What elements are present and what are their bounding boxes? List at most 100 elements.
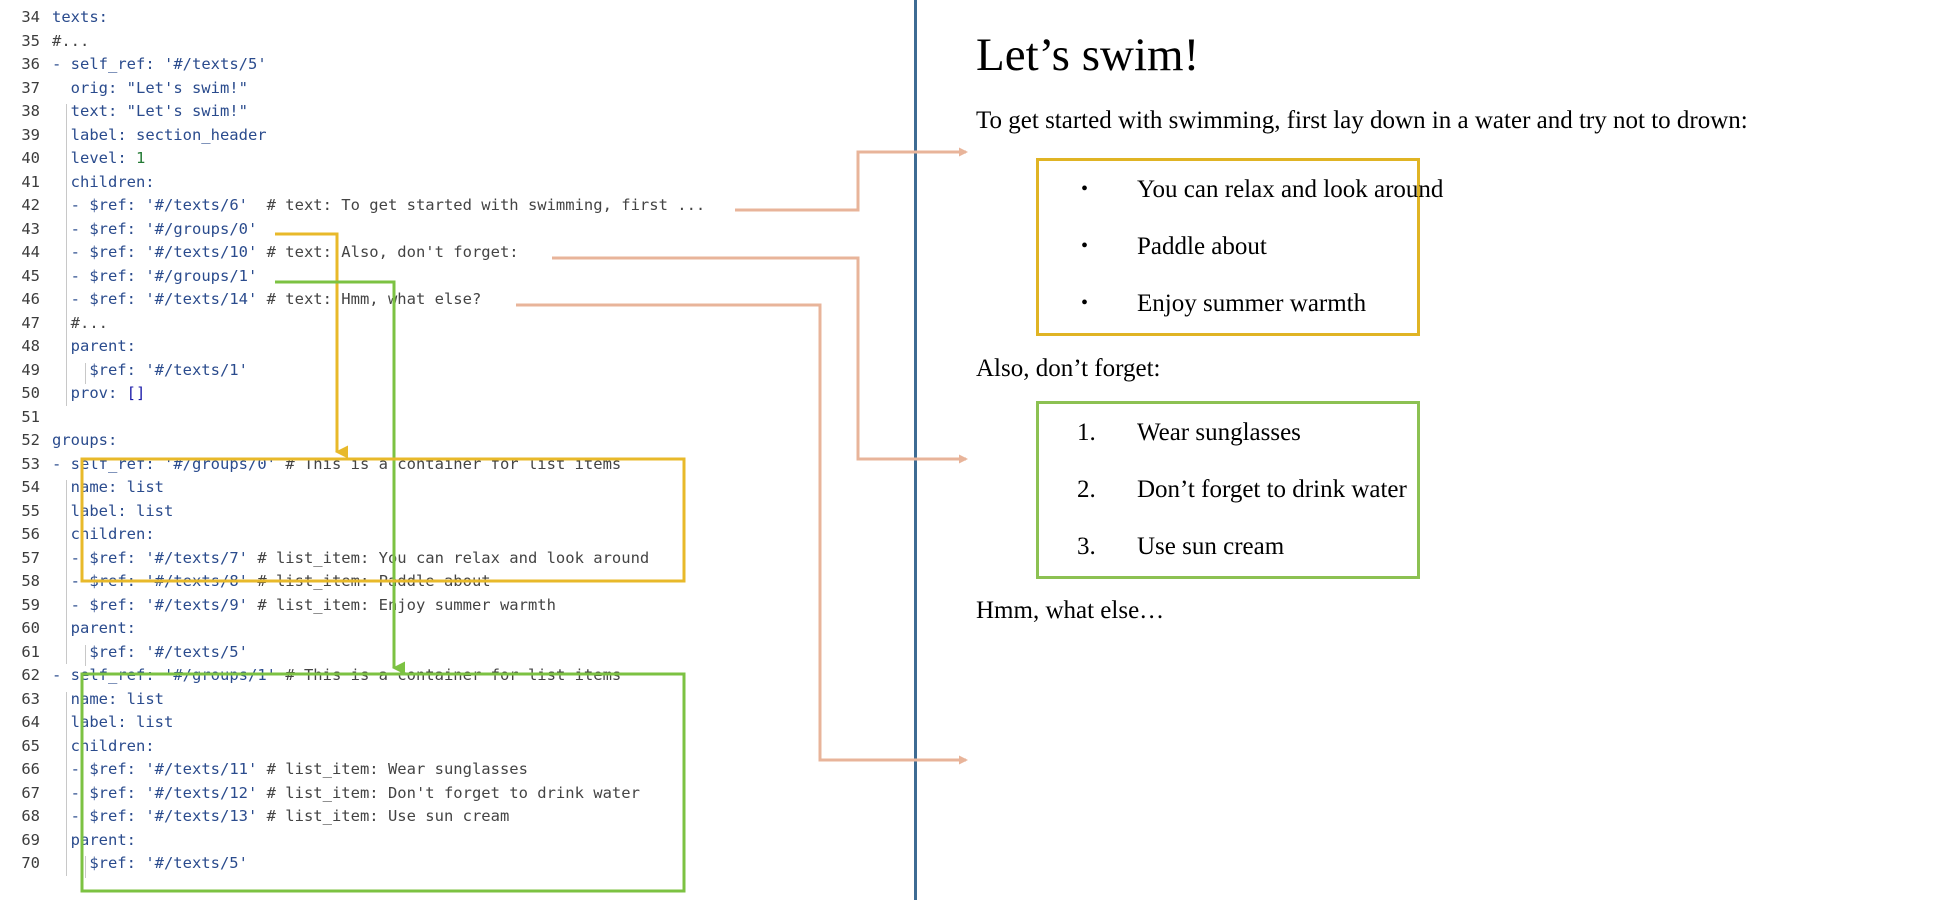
code-line[interactable]: 35 #...: [0, 30, 915, 54]
split-view-root: 34 texts: 35 #... 36- self_ref: '#/texts/5' 3…: [0, 0, 1950, 900]
code-line[interactable]: 43 - $ref: '#/groups/0': [0, 218, 915, 242]
code-token: $ref:: [89, 360, 146, 379]
code-token: $ref:: [89, 196, 146, 214]
code-line[interactable]: 51: [0, 406, 915, 430]
code-line[interactable]: 65 children:: [0, 735, 915, 759]
code-token: 1: [135, 149, 146, 167]
code-line[interactable]: 42 - $ref: '#/texts/6' # text: To get sta…: [0, 194, 915, 218]
code-line-text: - $ref: '#/texts/13' # list_item: Use su…: [71, 805, 510, 829]
code-line[interactable]: 54 name: list: [0, 476, 915, 500]
code-token: -: [70, 783, 90, 802]
code-token: -: [70, 548, 90, 567]
code-line[interactable]: 45 - $ref: '#/groups/1': [0, 265, 915, 289]
code-line[interactable]: 53- self_ref: '#/groups/0' # This is a c…: [0, 453, 915, 477]
code-token: '#/groups/0': [164, 454, 276, 473]
code-token: $ref:: [89, 595, 146, 614]
code-line[interactable]: 49 $ref: '#/texts/1': [0, 359, 915, 383]
code-line[interactable]: 46 - $ref: '#/texts/14' # text: Hmm, what…: [0, 288, 915, 312]
code-line[interactable]: 34 texts:: [0, 6, 915, 30]
code-token: $ref:: [89, 266, 146, 285]
code-line-number: 37: [21, 78, 40, 97]
code-line-number: 52: [21, 431, 40, 449]
code-line-text: orig: "Let's swim!": [71, 77, 248, 101]
code-line[interactable]: 62- self_ref: '#/groups/1' # This is a c…: [0, 664, 915, 688]
code-line-number: 41: [21, 172, 40, 191]
code-token: # text: To get started with swimming, fi…: [247, 196, 706, 214]
yaml-code-pane[interactable]: 34 texts: 35 #... 36- self_ref: '#/texts/5' 3…: [0, 0, 915, 900]
code-token: -: [70, 266, 90, 285]
code-token: $ref:: [89, 219, 146, 238]
code-token: # list_item: Don't forget to drink water: [257, 783, 640, 802]
code-line[interactable]: 48 parent:: [0, 335, 915, 359]
ordinal-marker: 1.: [1077, 419, 1096, 446]
paragraph-also: Also, don’t forget:: [976, 355, 1161, 382]
code-token: text:: [70, 102, 127, 120]
code-token: section_header: [135, 125, 267, 144]
code-line[interactable]: 61 $ref: '#/texts/5': [0, 641, 915, 665]
code-line[interactable]: 58 - $ref: '#/texts/8' # list_item: Paddl…: [0, 570, 915, 594]
code-line[interactable]: 67 - $ref: '#/texts/12' # list_item: Don'…: [0, 782, 915, 806]
code-line-text: children:: [71, 171, 155, 195]
code-token: -: [70, 219, 90, 238]
code-line[interactable]: 68 - $ref: '#/texts/13' # list_item: Use …: [0, 805, 915, 829]
code-line-number: 46: [21, 290, 40, 308]
code-line[interactable]: 69 parent:: [0, 829, 915, 853]
code-line[interactable]: 60 parent:: [0, 617, 915, 641]
code-token: '#/groups/1': [145, 266, 258, 285]
code-line[interactable]: 36- self_ref: '#/texts/5': [0, 53, 915, 77]
code-line-text: - $ref: '#/texts/6' # text: To get start…: [71, 194, 706, 218]
code-line-text: - $ref: '#/texts/7' # list_item: You can…: [71, 547, 650, 571]
code-token: '#/texts/13': [145, 807, 258, 825]
code-line[interactable]: 59 - $ref: '#/texts/9' # list_item: Enjoy…: [0, 594, 915, 618]
code-line[interactable]: 70 $ref: '#/texts/5': [0, 852, 915, 876]
code-line-number: 35: [21, 31, 40, 50]
code-line[interactable]: 63 name: list: [0, 688, 915, 712]
code-line[interactable]: 64 label: list: [0, 711, 915, 735]
ordinal-marker: 3.: [1077, 533, 1096, 560]
code-line[interactable]: 37 orig: "Let's swim!": [0, 77, 915, 101]
code-line-text: level: 1: [71, 147, 146, 171]
code-line-text: text: "Let's swim!": [71, 100, 248, 124]
code-token: children:: [70, 736, 155, 755]
code-line-number: 62: [21, 666, 40, 684]
code-line[interactable]: 52 groups:: [0, 429, 915, 453]
document-title: Let’s swim!: [976, 29, 1200, 81]
code-token: list: [126, 689, 164, 708]
indent-guide: [85, 644, 86, 666]
code-line[interactable]: 56 children:: [0, 523, 915, 547]
code-line-number: 59: [21, 595, 40, 614]
code-token: # This is a container for list items: [275, 666, 622, 684]
indent-guide: [85, 856, 86, 878]
paragraph-hmm: Hmm, what else…: [976, 597, 1165, 624]
code-line-text: $ref: '#/texts/1': [89, 359, 248, 383]
code-token: $ref:: [89, 243, 146, 261]
code-line[interactable]: 41 children:: [0, 171, 915, 195]
code-token: $ref:: [89, 807, 146, 825]
code-line[interactable]: 57 - $ref: '#/texts/7' # list_item: You c…: [0, 547, 915, 571]
code-line[interactable]: 38 text: "Let's swim!": [0, 100, 915, 124]
code-token: '#/groups/0': [145, 219, 258, 238]
code-line-text: children:: [71, 735, 155, 759]
code-line[interactable]: 50 prov: []: [0, 382, 915, 406]
list-item-label: You can relax and look around: [1137, 176, 1444, 203]
code-line[interactable]: 44 - $ref: '#/texts/10' # text: Also, don…: [0, 241, 915, 265]
code-line-number: 40: [21, 149, 40, 167]
code-token: # list_item: Use sun cream: [257, 807, 510, 825]
code-line-number: 64: [21, 713, 40, 731]
code-token: name:: [70, 689, 127, 708]
code-line[interactable]: 39 label: section_header: [0, 124, 915, 148]
code-line-number: 61: [21, 642, 40, 661]
code-line[interactable]: 55 label: list: [0, 500, 915, 524]
code-token: children:: [70, 525, 155, 543]
bullet-marker-icon: •: [1081, 292, 1089, 314]
code-line[interactable]: 66 - $ref: '#/texts/11' # list_item: Wear…: [0, 758, 915, 782]
code-token: list: [135, 713, 174, 731]
code-token: '#/texts/14': [145, 290, 258, 308]
code-line[interactable]: 40 level: 1: [0, 147, 915, 171]
code-token: "Let's swim!": [126, 78, 248, 97]
code-token: #...: [70, 313, 108, 332]
code-line-number: 60: [21, 619, 40, 637]
code-line-number: 66: [21, 760, 40, 778]
bulleted-list: • You can relax and look around • Paddle ab…: [1039, 161, 1443, 332]
code-line[interactable]: 47 #...: [0, 312, 915, 336]
